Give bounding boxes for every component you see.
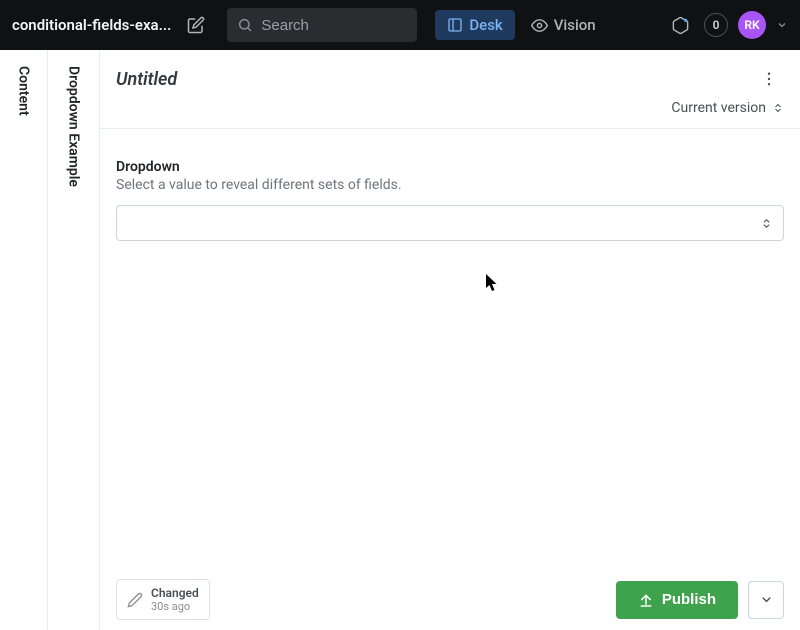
search-field[interactable] [227, 8, 417, 42]
notification-badge[interactable]: 0 [704, 13, 728, 37]
dropdown-field-label: Dropdown [116, 159, 784, 175]
chevron-down-icon [776, 19, 788, 31]
changed-time: 30s ago [151, 600, 199, 613]
search-input[interactable] [261, 17, 407, 34]
pencil-icon [127, 592, 143, 608]
sort-icon [772, 102, 784, 114]
nav-vision-label: Vision [554, 16, 596, 34]
kebab-icon [760, 70, 778, 88]
avatar-chevron[interactable] [776, 16, 788, 35]
pencil-square-icon [187, 16, 205, 34]
nav-desk-label: Desk [469, 16, 502, 34]
edit-icon-button[interactable] [179, 8, 213, 42]
body: Content Dropdown Example Untitled Curren… [0, 50, 800, 630]
select-sort-icon [760, 217, 773, 230]
publish-button-label: Publish [662, 591, 716, 608]
main-pane: Untitled Current version Dropdown Select… [100, 50, 800, 630]
eye-icon [531, 17, 548, 34]
rail-document-type-label: Dropdown Example [66, 66, 82, 630]
topbar-right: 0 RK [666, 11, 788, 39]
publish-icon [638, 592, 654, 608]
package-icon-button[interactable] [666, 11, 694, 39]
chevron-down-icon [759, 592, 774, 607]
version-selector[interactable]: Current version [100, 94, 800, 129]
rail-content-label: Content [16, 66, 32, 630]
document-menu-button[interactable] [754, 64, 784, 94]
rail-content[interactable]: Content [0, 50, 48, 630]
version-label: Current version [671, 100, 766, 116]
dropdown-field-input[interactable] [116, 205, 784, 241]
search-icon [237, 17, 253, 33]
dropdown-field-description: Select a value to reveal different sets … [116, 177, 784, 193]
topbar: conditional-fields-exa... Desk Vision 0 … [0, 0, 800, 50]
nav-desk[interactable]: Desk [435, 10, 514, 40]
document-footer: Changed 30s ago Publish [116, 579, 784, 620]
publish-button[interactable]: Publish [616, 581, 738, 619]
nav-group: Desk Vision [435, 10, 607, 40]
nav-vision[interactable]: Vision [519, 10, 608, 40]
changed-label: Changed [151, 586, 199, 600]
document-title: Untitled [116, 69, 177, 90]
rail-document-type[interactable]: Dropdown Example [48, 50, 100, 630]
fields-area: Dropdown Select a value to reveal differ… [100, 129, 800, 271]
document-header: Untitled [100, 50, 800, 94]
changed-status-chip[interactable]: Changed 30s ago [116, 579, 210, 620]
desk-icon [447, 17, 463, 33]
package-icon [671, 16, 690, 35]
workspace-title: conditional-fields-exa... [12, 16, 171, 34]
avatar[interactable]: RK [738, 11, 766, 39]
publish-more-button[interactable] [748, 581, 784, 619]
